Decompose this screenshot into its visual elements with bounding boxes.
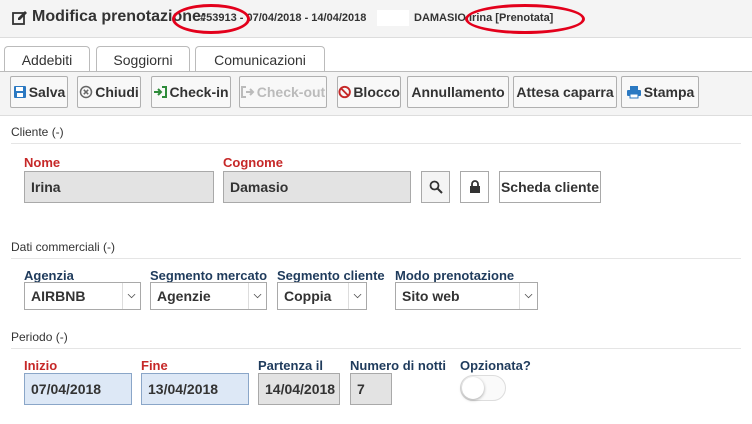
optioned-label: Opzionata? [460, 358, 531, 373]
close-button[interactable]: Chiudi [77, 76, 141, 108]
chevron-down-icon: ⌵ [519, 283, 537, 309]
departure-field: 14/04/2018 [258, 373, 340, 405]
close-circle-icon [79, 85, 93, 99]
departure-label: Partenza il [258, 358, 324, 373]
toggle-knob [462, 377, 484, 399]
deposit-pending-label: Attesa caparra [516, 84, 614, 100]
save-button[interactable]: Salva [10, 76, 68, 108]
check-in-label: Check-in [169, 84, 229, 100]
booking-mode-label: Modo prenotazione [395, 268, 515, 283]
end-date-field[interactable]: 13/04/2018 [141, 373, 249, 405]
market-segment-value: Agenzie [157, 288, 211, 304]
check-out-label: Check-out [256, 84, 326, 100]
client-segment-label: Segmento cliente [277, 268, 385, 283]
block-button[interactable]: Blocco [337, 76, 401, 108]
printer-icon [626, 86, 641, 99]
commercial-section-title[interactable]: Dati commerciali (-) [11, 240, 115, 254]
optioned-toggle[interactable] [460, 375, 506, 401]
market-segment-label: Segmento mercato [150, 268, 268, 283]
lock-client-button[interactable] [460, 171, 489, 203]
redacted-area [377, 10, 409, 26]
chevron-down-icon: ⌵ [122, 283, 140, 309]
period-section-divider [11, 348, 741, 349]
client-section-title[interactable]: Cliente (-) [11, 125, 64, 139]
floppy-disk-icon [13, 86, 26, 98]
client-card-button[interactable]: Scheda cliente [499, 171, 601, 203]
name-field[interactable]: Irina [24, 171, 214, 203]
sign-in-icon [154, 86, 168, 98]
close-label: Chiudi [95, 84, 139, 100]
period-section-title[interactable]: Periodo (-) [11, 330, 68, 344]
agency-label: Agenzia [24, 268, 74, 283]
search-client-button[interactable] [421, 171, 450, 203]
start-date-label: Inizio [24, 358, 58, 373]
name-label: Nome [24, 155, 61, 170]
title-bar: Modifica prenotazione: #53913 - 07/04/20… [0, 0, 752, 38]
chevron-down-icon: ⌵ [348, 283, 366, 309]
client-section-divider [11, 143, 741, 144]
toolbar: Salva Chiudi Check-in Check-out Blocco A… [0, 72, 752, 116]
annotation-oval-status [465, 4, 585, 34]
deposit-pending-button[interactable]: Attesa caparra [513, 76, 617, 108]
check-in-button[interactable]: Check-in [151, 76, 231, 108]
edit-icon [12, 11, 27, 25]
start-date-field[interactable]: 07/04/2018 [24, 373, 132, 405]
print-button[interactable]: Stampa [621, 76, 699, 108]
market-segment-select[interactable]: Agenzie ⌵ [150, 282, 267, 310]
surname-field[interactable]: Damasio [223, 171, 411, 203]
sign-out-icon [240, 86, 255, 98]
commercial-section-divider [11, 258, 741, 259]
nights-field[interactable]: 7 [350, 373, 392, 405]
lock-icon [469, 180, 480, 193]
check-out-button[interactable]: Check-out [239, 76, 327, 108]
tab-soggiorni[interactable]: Soggiorni [96, 46, 190, 72]
tab-addebiti[interactable]: Addebiti [4, 46, 90, 72]
agency-select[interactable]: AIRBNB ⌵ [24, 282, 141, 310]
end-date-label: Fine [141, 358, 168, 373]
annotation-oval-id [172, 4, 250, 34]
client-segment-select[interactable]: Coppia ⌵ [277, 282, 367, 310]
cancellation-button[interactable]: Annullamento [407, 76, 509, 108]
booking-mode-value: Sito web [402, 288, 460, 304]
ban-icon [338, 85, 351, 99]
nights-label: Numero di notti [350, 358, 447, 373]
client-segment-value: Coppia [284, 288, 332, 304]
block-label: Blocco [353, 84, 400, 100]
save-label: Salva [28, 84, 66, 100]
tab-comunicazioni[interactable]: Comunicazioni [195, 46, 325, 72]
cancellation-label: Annullamento [411, 84, 505, 100]
surname-label: Cognome [223, 155, 283, 170]
search-icon [429, 180, 443, 194]
chevron-down-icon: ⌵ [248, 283, 266, 309]
agency-value: AIRBNB [31, 288, 86, 304]
booking-mode-select[interactable]: Sito web ⌵ [395, 282, 538, 310]
print-label: Stampa [643, 84, 695, 100]
